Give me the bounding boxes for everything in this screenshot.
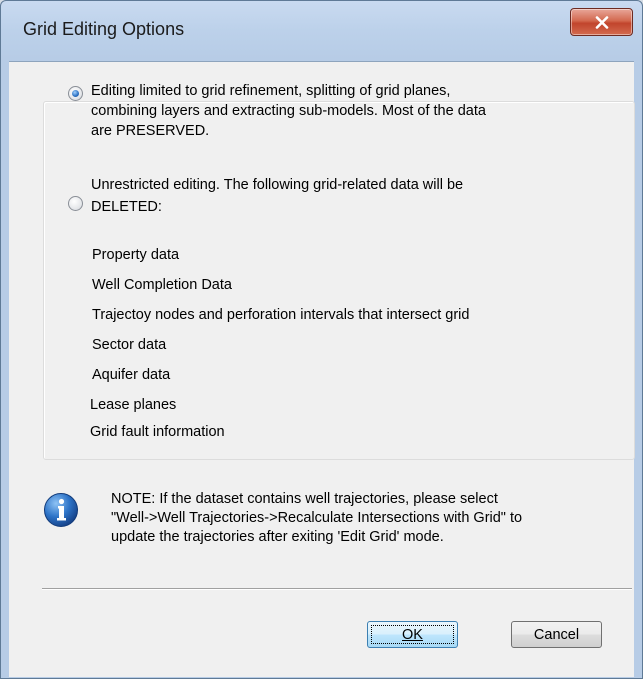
title-bar[interactable]: Grid Editing Options (1, 1, 642, 61)
option-limited-editing-label[interactable]: Editing limited to grid refinement, spli… (91, 81, 621, 141)
close-button[interactable] (570, 8, 633, 36)
dialog-window: Grid Editing Options Editing limited to … (0, 0, 643, 679)
radio-button-selected[interactable] (68, 86, 83, 101)
window-title: Grid Editing Options (23, 19, 185, 39)
ok-button[interactable]: OK (367, 621, 458, 648)
note-text: NOTE: If the dataset contains well traje… (111, 491, 523, 545)
list-item: Sector data (92, 337, 167, 353)
list-item: Grid fault information (90, 424, 225, 440)
radio-button-unselected[interactable] (68, 196, 83, 211)
list-item: Well Completion Data (92, 277, 232, 293)
list-item: Property data (92, 247, 180, 263)
option-unrestricted-editing-label[interactable]: Unrestricted editing. The following grid… (91, 175, 621, 217)
list-item: Aquifer data (92, 367, 171, 383)
focus-rectangle (371, 625, 454, 644)
cancel-button-label: Cancel (533, 626, 580, 643)
dialog-body: Editing limited to grid refinement, spli… (9, 61, 635, 677)
separator (42, 588, 632, 590)
info-icon (44, 493, 78, 527)
list-item: Lease planes (90, 397, 177, 413)
list-item: Trajectoy nodes and perforation interval… (92, 307, 470, 323)
cancel-button[interactable]: Cancel (511, 621, 602, 648)
close-icon (595, 15, 608, 29)
